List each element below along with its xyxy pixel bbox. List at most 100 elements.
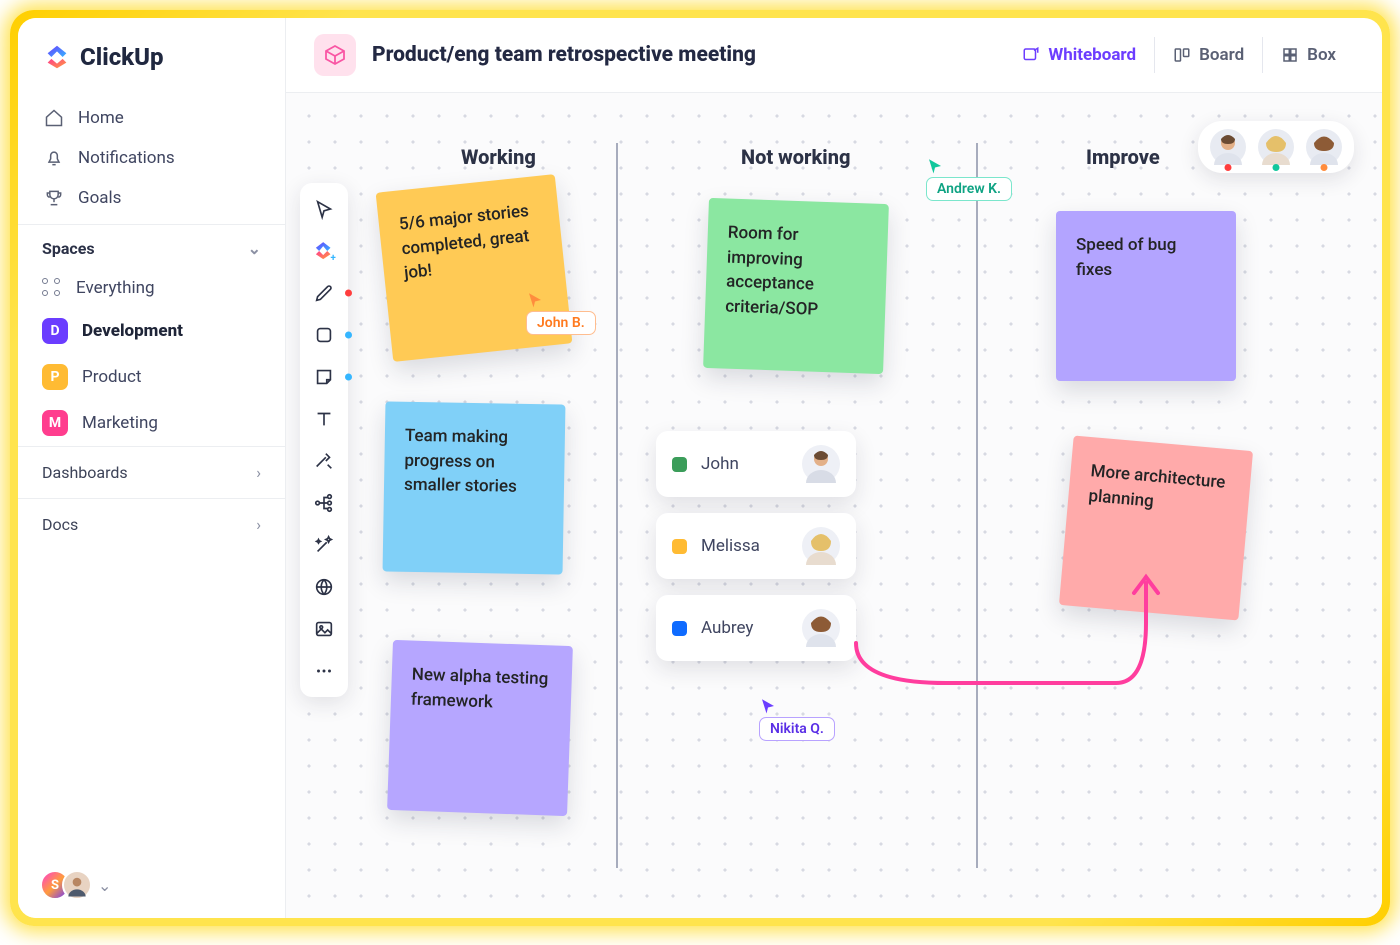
person-name: John [701, 454, 788, 474]
chevron-right-icon: › [256, 463, 261, 482]
clickup-logo-icon [42, 42, 72, 72]
view-whiteboard[interactable]: Whiteboard [1004, 37, 1154, 73]
presence-avatar[interactable] [1210, 129, 1246, 165]
view-box[interactable]: Box [1262, 37, 1354, 73]
sticky-text: More architecture planning [1088, 461, 1226, 511]
status-square [672, 457, 687, 472]
app-frame: ClickUp Home Notifications Goals Spaces … [18, 18, 1382, 918]
presence-avatar[interactable] [1258, 129, 1294, 165]
more-tool[interactable] [306, 653, 342, 689]
cube-icon [323, 43, 347, 67]
sticky-note[interactable]: New alpha testing framework [387, 640, 573, 816]
clickup-add-tool[interactable]: + [306, 233, 342, 269]
brand-name: ClickUp [80, 43, 164, 71]
sidebar-space-development[interactable]: D Development [18, 308, 285, 354]
remote-cursor: Andrew K. [926, 157, 1012, 201]
space-badge: P [42, 364, 68, 390]
spaces-title: Spaces [42, 239, 95, 258]
space-badge: D [42, 318, 68, 344]
avatar [802, 609, 840, 647]
cursor-icon [526, 291, 544, 309]
sidebar-docs[interactable]: Docs › [18, 498, 285, 550]
cursor-icon [926, 157, 944, 175]
sidebar-everything[interactable]: Everything [18, 268, 285, 308]
view-switcher: Whiteboard Board Box [1004, 37, 1354, 73]
user-avatar[interactable] [62, 870, 92, 900]
image-tool[interactable] [306, 611, 342, 647]
remote-cursor: John B. [526, 291, 596, 335]
nav-primary: Home Notifications Goals [18, 92, 285, 224]
sidebar-footer: S ⌄ [18, 852, 285, 918]
sidebar-dashboards[interactable]: Dashboards › [18, 446, 285, 498]
board-icon [1173, 46, 1191, 64]
main: Product/eng team retrospective meeting W… [286, 18, 1382, 918]
space-badge: M [42, 410, 68, 436]
pen-tool[interactable] [306, 275, 342, 311]
column-title-notworking: Not working [741, 145, 850, 169]
person-name: Melissa [701, 536, 788, 556]
space-label: Development [82, 321, 183, 341]
connector-arrow[interactable] [846, 563, 1166, 723]
sticky-text: Team making progress on smaller stories [404, 426, 517, 497]
cursor-user-label: John B. [526, 311, 596, 335]
avatar [802, 445, 840, 483]
connector-tool[interactable] [306, 443, 342, 479]
select-tool[interactable] [306, 191, 342, 227]
sidebar: ClickUp Home Notifications Goals Spaces … [18, 18, 286, 918]
status-square [672, 621, 687, 636]
nav-label: Notifications [78, 148, 175, 168]
person-card[interactable]: Melissa [656, 513, 856, 579]
sticky-note[interactable]: Speed of bug fixes [1056, 211, 1236, 381]
cursor-icon [759, 697, 777, 715]
cursor-user-label: Nikita Q. [759, 717, 835, 741]
view-label: Box [1307, 45, 1336, 65]
nav-goals[interactable]: Goals [30, 178, 273, 218]
sidebar-space-marketing[interactable]: M Marketing [18, 400, 285, 446]
nav-label: Home [78, 108, 124, 128]
space-label: Product [82, 367, 141, 387]
text-tool[interactable] [306, 401, 342, 437]
page-icon[interactable] [314, 34, 356, 76]
everything-label: Everything [76, 278, 155, 298]
status-square [672, 539, 687, 554]
presence-bar[interactable] [1198, 121, 1354, 173]
svg-text:+: + [331, 253, 337, 264]
web-tool[interactable] [306, 569, 342, 605]
sticky-note[interactable]: Team making progress on smaller stories [383, 401, 566, 574]
cursor-user-label: Andrew K. [926, 177, 1012, 201]
trophy-icon [44, 188, 64, 208]
person-card[interactable]: Aubrey [656, 595, 856, 661]
sticky-text: 5/6 major stories completed, great job! [398, 201, 530, 284]
column-title-improve: Improve [1086, 145, 1160, 169]
whiteboard-canvas[interactable]: Working Not working Improve + 5 [286, 93, 1382, 918]
topbar: Product/eng team retrospective meeting W… [286, 18, 1382, 93]
everything-icon [42, 278, 62, 298]
person-card[interactable]: John [656, 431, 856, 497]
view-label: Board [1199, 45, 1244, 65]
whiteboard-toolbar: + [300, 183, 348, 697]
shape-tool[interactable] [306, 317, 342, 353]
nav-home[interactable]: Home [30, 98, 273, 138]
nav-label: Goals [78, 188, 121, 208]
mindmap-tool[interactable] [306, 485, 342, 521]
magic-tool[interactable] [306, 527, 342, 563]
spaces-header[interactable]: Spaces ⌄ [18, 224, 285, 268]
sticky-tool[interactable] [306, 359, 342, 395]
presence-avatar[interactable] [1306, 129, 1342, 165]
sticky-note[interactable]: Room for improving acceptance criteria/S… [703, 198, 889, 374]
sidebar-space-product[interactable]: P Product [18, 354, 285, 400]
sticky-text: New alpha testing framework [411, 665, 549, 712]
section-label: Dashboards [42, 463, 128, 482]
brand-logo[interactable]: ClickUp [18, 18, 285, 92]
column-divider [616, 143, 618, 868]
person-name: Aubrey [701, 618, 788, 638]
bell-icon [44, 148, 64, 168]
chevron-down-icon: ⌄ [248, 239, 261, 258]
chevron-down-icon[interactable]: ⌄ [98, 876, 111, 895]
nav-notifications[interactable]: Notifications [30, 138, 273, 178]
view-board[interactable]: Board [1154, 37, 1262, 73]
sticky-text: Speed of bug fixes [1076, 235, 1176, 280]
sticky-text: Room for improving acceptance criteria/S… [725, 223, 819, 320]
home-icon [44, 108, 64, 128]
page-title: Product/eng team retrospective meeting [372, 43, 756, 67]
